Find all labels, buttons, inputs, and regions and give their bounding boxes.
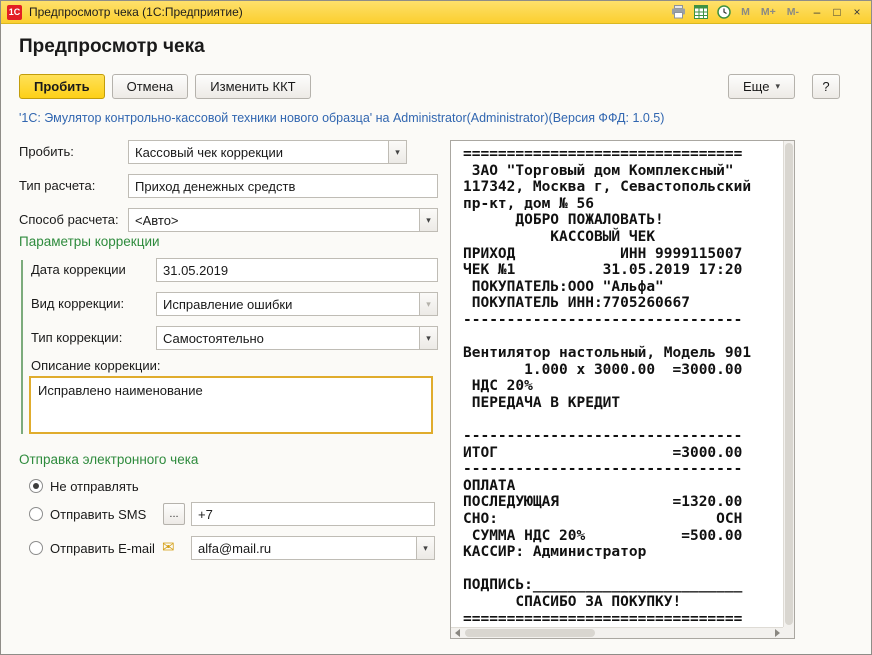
email-field: ▾ — [191, 536, 435, 560]
close-button[interactable]: × — [847, 3, 867, 22]
send-option-email-label: Отправить E-mail — [50, 540, 155, 556]
memory-m-minus-button[interactable]: M- — [785, 6, 801, 18]
radio-icon[interactable] — [29, 479, 43, 493]
vertical-scroll-thumb[interactable] — [785, 143, 793, 625]
send-option-sms[interactable]: Отправить SMS — [29, 502, 146, 526]
calendar-icon[interactable] — [693, 4, 709, 20]
correction-type-dropdown-button[interactable]: ▾ — [419, 326, 438, 350]
send-section-title: Отправка электронного чека — [19, 452, 199, 467]
chevron-down-icon: ▾ — [395, 146, 400, 157]
operation-input[interactable] — [128, 140, 388, 164]
radio-icon[interactable] — [29, 507, 43, 521]
correction-kind-label: Вид коррекции: — [31, 296, 125, 311]
command-bar: Пробить Отмена Изменить ККТ Еще ▾ ? — [19, 74, 840, 99]
chevron-down-icon: ▾ — [426, 298, 431, 309]
more-button-label: Еще — [743, 79, 770, 94]
form-content: Предпросмотр чека Пробить Отмена Изменит… — [1, 24, 871, 654]
envelope-icon: ✉ — [162, 539, 175, 556]
calc-method-dropdown-button[interactable]: ▾ — [419, 208, 438, 232]
correction-kind-input[interactable] — [156, 292, 419, 316]
chevron-down-icon: ▾ — [775, 81, 780, 91]
send-option-none[interactable]: Не отправлять — [29, 474, 139, 498]
minimize-button[interactable]: – — [807, 3, 827, 22]
clock-icon[interactable] — [716, 4, 732, 20]
operation-label: Пробить: — [19, 144, 74, 159]
email-dropdown-button[interactable]: ▾ — [416, 536, 435, 560]
correction-type-label: Тип коррекции: — [31, 330, 123, 345]
memory-m-button[interactable]: M — [739, 6, 752, 18]
correction-date-input[interactable] — [156, 258, 438, 282]
1c-logo: 1С — [7, 4, 22, 20]
send-option-sms-label: Отправить SMS — [50, 506, 147, 522]
window-controls: – □ × — [807, 3, 871, 22]
left-arrow-icon — [454, 629, 460, 637]
correction-group-line — [21, 260, 23, 434]
chevron-down-icon: ▾ — [423, 542, 428, 553]
right-arrow-icon — [774, 629, 780, 637]
horizontal-scrollbar[interactable] — [451, 627, 783, 638]
horizontal-scroll-thumb[interactable] — [465, 629, 595, 637]
chevron-down-icon: ▾ — [426, 214, 431, 225]
vertical-scrollbar[interactable] — [783, 141, 794, 627]
operation-dropdown-button[interactable]: ▾ — [388, 140, 407, 164]
printer-icon[interactable] — [670, 4, 686, 20]
commit-button[interactable]: Пробить — [19, 74, 105, 99]
change-kkt-button[interactable]: Изменить ККТ — [195, 74, 311, 99]
page-title: Предпросмотр чека — [19, 36, 205, 57]
operation-field: ▾ — [128, 140, 407, 164]
titlebar-tools: M M+ M- — [670, 4, 807, 20]
sms-phone-input[interactable] — [191, 502, 435, 526]
title-bar[interactable]: 1С Предпросмотр чека (1С:Предприятие) M … — [1, 1, 871, 24]
sms-phone-select-button[interactable]: ... — [163, 503, 185, 525]
scroll-right-arrow[interactable] — [771, 628, 783, 638]
receipt-text: ================================ ЗАО "То… — [463, 146, 752, 627]
calc-method-input[interactable] — [128, 208, 419, 232]
correction-description-textarea[interactable]: Исправлено наименование — [29, 376, 433, 434]
calc-type-input[interactable] — [128, 174, 438, 198]
chevron-down-icon: ▾ — [426, 332, 431, 343]
calc-method-label: Способ расчета: — [19, 212, 119, 227]
send-option-email[interactable]: Отправить E-mail — [29, 536, 155, 560]
correction-section-title: Параметры коррекции — [19, 234, 160, 249]
memory-m-plus-button[interactable]: M+ — [759, 6, 778, 18]
app-window: 1С Предпросмотр чека (1С:Предприятие) M … — [0, 0, 872, 655]
calc-method-field: ▾ — [128, 208, 438, 232]
correction-kind-field: ▾ — [156, 292, 438, 316]
help-button[interactable]: ? — [812, 74, 840, 99]
scrollbar-corner — [783, 627, 794, 638]
correction-date-label: Дата коррекции — [31, 262, 126, 277]
receipt-preview-panel: ================================ ЗАО "То… — [450, 140, 795, 639]
device-link[interactable]: '1С: Эмулятор контрольно-кассовой техник… — [19, 111, 664, 125]
maximize-button[interactable]: □ — [827, 3, 847, 22]
correction-description-label: Описание коррекции: — [31, 358, 161, 373]
scroll-left-arrow[interactable] — [451, 628, 463, 638]
email-input[interactable] — [191, 536, 416, 560]
command-bar-right: Еще ▾ ? — [728, 74, 840, 99]
window-title: Предпросмотр чека (1С:Предприятие) — [29, 5, 243, 19]
more-button[interactable]: Еще ▾ — [728, 74, 795, 99]
correction-kind-dropdown-button[interactable]: ▾ — [419, 292, 438, 316]
send-option-none-label: Не отправлять — [50, 478, 139, 494]
calc-type-label: Тип расчета: — [19, 178, 96, 193]
radio-icon[interactable] — [29, 541, 43, 555]
correction-type-field: ▾ — [156, 326, 438, 350]
cancel-button[interactable]: Отмена — [111, 74, 189, 99]
correction-type-input[interactable] — [156, 326, 419, 350]
